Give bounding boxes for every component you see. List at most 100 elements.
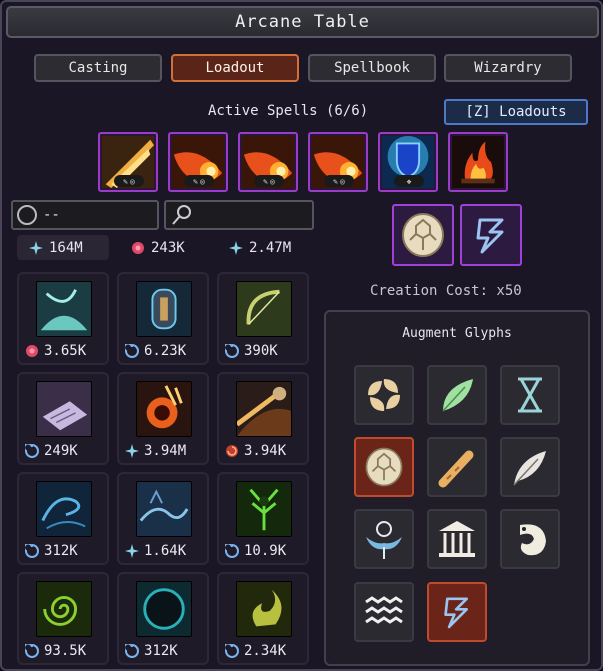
inventory-item-partial[interactable]: 2.47M	[217, 235, 317, 260]
swirl-icon	[25, 444, 39, 458]
inventory-item-partial[interactable]: 243K	[117, 235, 209, 260]
item-amount: 3.65K	[44, 343, 87, 359]
item-amount: 243K	[151, 239, 185, 256]
tab-wizardry[interactable]: Wizardry	[444, 54, 572, 82]
selected-glyph-2[interactable]	[460, 204, 522, 266]
active-spells-label: Active Spells (6/6)	[208, 103, 369, 119]
glyph-hourglass[interactable]	[500, 365, 560, 425]
item-amount: 249K	[44, 443, 78, 459]
inventory-item[interactable]: 312K	[17, 472, 109, 565]
arcane-table-panel: Arcane Table Casting Loadout Spellbook W…	[0, 0, 603, 671]
glyph-spyglass[interactable]	[427, 437, 487, 497]
active-spell-slot-3[interactable]: ✎ ◎	[238, 132, 298, 192]
augment-glyphs-panel: Augment Glyphs	[324, 310, 590, 666]
tab-casting[interactable]: Casting	[34, 54, 162, 82]
turtle-shell-icon	[365, 447, 403, 487]
spell-tag: ❖	[394, 175, 424, 187]
inventory-item[interactable]: 3.94K	[217, 372, 309, 465]
glyph-swirl[interactable]	[354, 365, 414, 425]
filter-dropdown[interactable]: --	[11, 200, 159, 230]
glyph-turtle-shell[interactable]	[354, 437, 414, 497]
item-amount: 312K	[44, 543, 78, 559]
bow-icon	[236, 281, 292, 337]
glyph-waves[interactable]	[354, 582, 414, 642]
spell-tag: ✎ ◎	[184, 175, 214, 187]
item-amount: 6.23K	[144, 343, 187, 359]
swirl-icon	[125, 644, 139, 658]
inventory-item[interactable]: 1.64K	[117, 472, 209, 565]
inventory-item[interactable]: 312K	[117, 572, 209, 665]
leaf-icon	[442, 379, 473, 412]
green-spiral-icon	[36, 581, 92, 637]
search-icon	[172, 205, 191, 225]
flower-icon	[132, 241, 144, 254]
dark-orb-icon	[136, 581, 192, 637]
active-spell-slot-2[interactable]: ✎ ◎	[168, 132, 228, 192]
inventory-item[interactable]: 3.94M	[117, 372, 209, 465]
filter-value: --	[43, 207, 60, 223]
swirl-icon	[25, 544, 39, 558]
waves-icon	[365, 596, 403, 624]
glyph-leaf[interactable]	[427, 365, 487, 425]
active-spell-slot-6[interactable]	[448, 132, 508, 192]
active-spell-slot-5[interactable]: ❖	[378, 132, 438, 192]
glyph-temple[interactable]	[427, 509, 487, 569]
blue-portal-icon	[136, 281, 192, 337]
item-amount: 3.94K	[244, 443, 287, 459]
active-spell-slot-1[interactable]: ✎ ◎	[98, 132, 158, 192]
temple-icon	[439, 521, 475, 557]
swirl-glyph-icon	[368, 379, 400, 411]
lightning-bolt-icon	[444, 597, 468, 629]
window-title: Arcane Table	[6, 6, 599, 38]
turtle-shell-icon	[402, 213, 444, 257]
inventory-item-partial[interactable]: 164M	[17, 235, 109, 260]
hourglass-icon	[518, 377, 542, 413]
scroll-icon	[36, 381, 92, 437]
star-burst-icon	[229, 240, 243, 255]
spell-tag: ✎ ◎	[254, 175, 284, 187]
creation-cost: Creation Cost: x50	[370, 283, 522, 299]
inventory-item[interactable]: 6.23K	[117, 272, 209, 365]
item-amount: 312K	[144, 643, 178, 659]
glyph-winged-emblem[interactable]	[354, 509, 414, 569]
campfire-icon	[452, 136, 504, 188]
circle-icon	[17, 205, 37, 225]
forest-spirit-icon	[236, 481, 292, 537]
tab-spellbook[interactable]: Spellbook	[308, 54, 436, 82]
loadouts-button[interactable]: [Z] Loadouts	[444, 99, 588, 125]
fire-spiral-icon	[226, 445, 238, 457]
swirl-icon	[125, 344, 139, 358]
spyglass-icon	[438, 450, 474, 488]
swirl-icon	[225, 644, 239, 658]
item-amount: 390K	[244, 343, 278, 359]
augment-glyphs-title: Augment Glyphs	[402, 326, 512, 341]
swirl-icon	[225, 344, 239, 358]
star-burst-icon	[125, 444, 139, 458]
winged-emblem-icon	[366, 521, 402, 559]
spell-tag: ✎ ◎	[114, 175, 144, 187]
search-input[interactable]	[164, 200, 314, 230]
inventory-item[interactable]: 10.9K	[217, 472, 309, 565]
grub-icon	[520, 524, 546, 556]
item-amount: 164M	[49, 239, 83, 256]
glyph-lightning-bolt[interactable]	[427, 582, 487, 642]
active-spell-slot-4[interactable]: ✎ ◎	[308, 132, 368, 192]
item-amount: 3.94M	[144, 443, 187, 459]
glyph-grub[interactable]	[500, 509, 560, 569]
inventory-item[interactable]: 2.34K	[217, 572, 309, 665]
tab-loadout[interactable]: Loadout	[171, 54, 299, 82]
meteor-icon	[236, 381, 292, 437]
inventory-item[interactable]: 93.5K	[17, 572, 109, 665]
water-splash-icon	[36, 281, 92, 337]
inventory-item[interactable]: 249K	[17, 372, 109, 465]
spell-tag: ✎ ◎	[324, 175, 354, 187]
lightning-bolt-icon	[476, 218, 504, 254]
glyph-feather[interactable]	[500, 437, 560, 497]
item-amount: 93.5K	[44, 643, 87, 659]
selected-glyph-1[interactable]	[392, 204, 454, 266]
inventory-item[interactable]: 3.65K	[17, 272, 109, 365]
star-burst-icon	[125, 544, 139, 558]
blue-wind-icon	[36, 481, 92, 537]
item-amount: 2.34K	[244, 643, 287, 659]
inventory-item[interactable]: 390K	[217, 272, 309, 365]
